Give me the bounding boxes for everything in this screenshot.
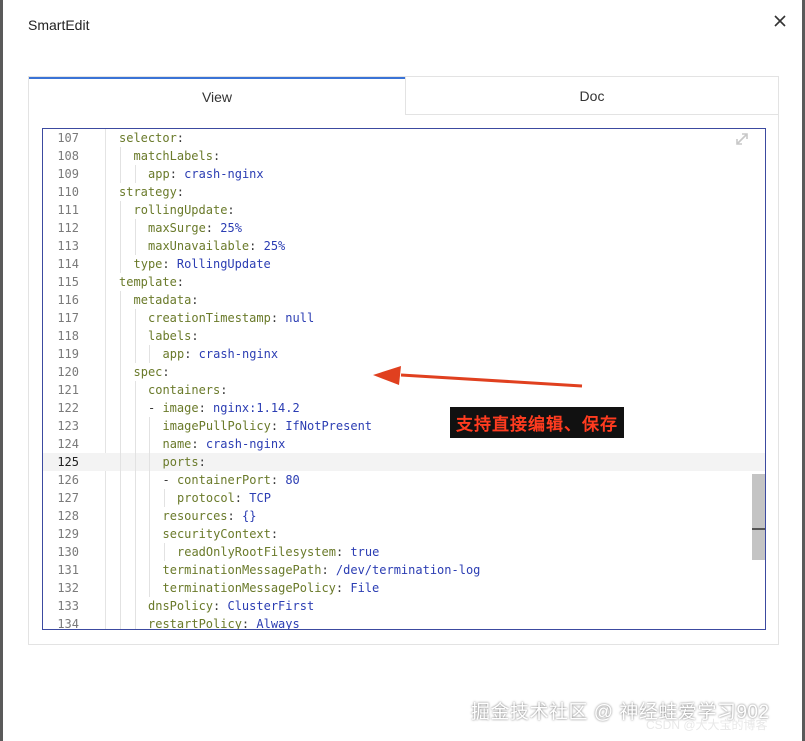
- watermark-csdn: CSDN @大大宝的博客: [646, 718, 768, 732]
- smartedit-dialog: SmartEdit View Doc 107 selector: 108 matchL…: [3, 0, 802, 741]
- annotation-arrow: [373, 366, 583, 388]
- annotation-label: 支持直接编辑、保存: [450, 407, 624, 438]
